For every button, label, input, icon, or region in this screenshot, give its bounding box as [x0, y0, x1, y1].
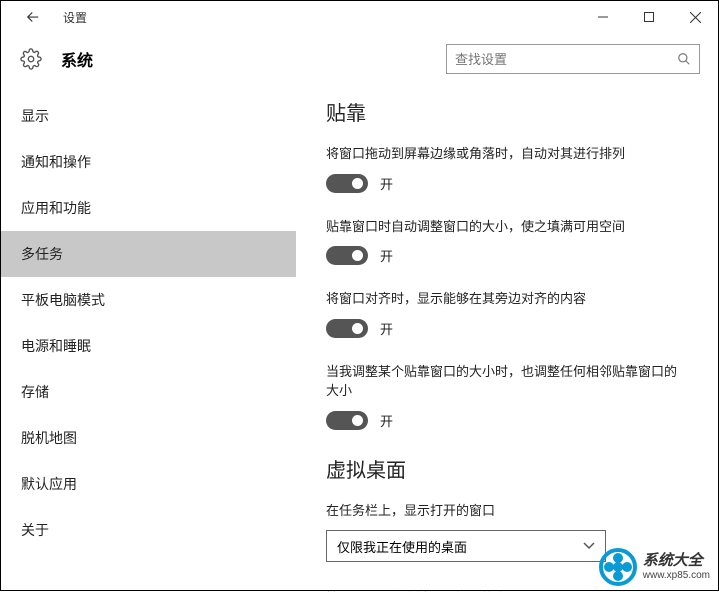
snap-setting-0: 将窗口拖动到屏幕边缘或角落时，自动对其进行排列开	[326, 144, 680, 193]
toggle-knob-icon	[352, 178, 363, 189]
sidebar-item-2[interactable]: 应用和功能	[1, 185, 296, 231]
sidebar-item-7[interactable]: 脱机地图	[1, 415, 296, 461]
minimize-icon	[598, 12, 608, 22]
snap-setting-2: 将窗口对齐时，显示能够在其旁边对齐的内容开	[326, 289, 680, 338]
settings-icon	[19, 47, 43, 71]
watermark-icon	[599, 548, 637, 586]
snap-toggle-1[interactable]	[326, 246, 368, 265]
snap-toggle-state-1: 开	[380, 246, 393, 265]
sidebar-item-9[interactable]: 关于	[1, 507, 296, 553]
alttab-label: 按 Alt+Tab 组合键显示打开的窗口	[326, 588, 680, 592]
toggle-knob-icon	[352, 323, 363, 334]
snap-group-title: 贴靠	[326, 97, 680, 126]
snap-setting-label-3: 当我调整某个贴靠窗口的大小时，也调整任何相邻贴靠窗口的大小	[326, 362, 680, 401]
snap-toggle-state-3: 开	[380, 411, 393, 430]
snap-setting-label-0: 将窗口拖动到屏幕边缘或角落时，自动对其进行排列	[326, 144, 680, 164]
close-button[interactable]	[672, 1, 718, 33]
watermark-text: 系统大全	[643, 553, 710, 570]
sidebar-item-3[interactable]: 多任务	[1, 231, 296, 277]
snap-toggle-3[interactable]	[326, 411, 368, 430]
close-icon	[690, 12, 701, 23]
snap-setting-3: 当我调整某个贴靠窗口的大小时，也调整任何相邻贴靠窗口的大小开	[326, 362, 680, 430]
taskbar-show-dropdown[interactable]: 仅限我正在使用的桌面	[326, 530, 606, 562]
snap-toggle-state-2: 开	[380, 319, 393, 338]
minimize-button[interactable]	[580, 1, 626, 33]
search-icon	[677, 52, 691, 66]
snap-toggle-state-0: 开	[380, 174, 393, 193]
app-title: 设置	[63, 9, 87, 26]
gear-icon	[20, 48, 42, 70]
snap-toggle-0[interactable]	[326, 174, 368, 193]
sidebar-item-4[interactable]: 平板电脑模式	[1, 277, 296, 323]
watermark-url: www.xp85.com	[643, 570, 710, 581]
arrow-left-icon	[24, 8, 42, 26]
snap-setting-label-2: 将窗口对齐时，显示能够在其旁边对齐的内容	[326, 289, 680, 309]
sidebar-item-8[interactable]: 默认应用	[1, 461, 296, 507]
chevron-down-icon	[583, 539, 595, 553]
toggle-knob-icon	[352, 415, 363, 426]
snap-setting-label-1: 贴靠窗口时自动调整窗口的大小，使之填满可用空间	[326, 217, 680, 237]
maximize-button[interactable]	[626, 1, 672, 33]
snap-toggle-2[interactable]	[326, 319, 368, 338]
virtual-desktop-title: 虚拟桌面	[326, 454, 680, 483]
watermark: 系统大全 www.xp85.com	[599, 548, 710, 586]
section-title: 系统	[61, 47, 93, 71]
sidebar: 显示通知和操作应用和功能多任务平板电脑模式电源和睡眠存储脱机地图默认应用关于	[1, 85, 296, 592]
sidebar-item-1[interactable]: 通知和操作	[1, 139, 296, 185]
snap-setting-1: 贴靠窗口时自动调整窗口的大小，使之填满可用空间开	[326, 217, 680, 266]
header: 系统	[1, 33, 718, 85]
search-input[interactable]	[455, 52, 677, 67]
search-box[interactable]	[446, 44, 700, 74]
window-controls	[580, 1, 718, 33]
sidebar-item-6[interactable]: 存储	[1, 369, 296, 415]
maximize-icon	[644, 12, 654, 22]
toggle-knob-icon	[352, 250, 363, 261]
back-button[interactable]	[21, 5, 45, 29]
sidebar-item-0[interactable]: 显示	[1, 93, 296, 139]
content-panel: 贴靠 将窗口拖动到屏幕边缘或角落时，自动对其进行排列开贴靠窗口时自动调整窗口的大…	[296, 85, 718, 592]
dropdown-value: 仅限我正在使用的桌面	[337, 537, 467, 556]
taskbar-show-label: 在任务栏上，显示打开的窗口	[326, 501, 680, 521]
titlebar: 设置	[1, 1, 718, 33]
sidebar-item-5[interactable]: 电源和睡眠	[1, 323, 296, 369]
